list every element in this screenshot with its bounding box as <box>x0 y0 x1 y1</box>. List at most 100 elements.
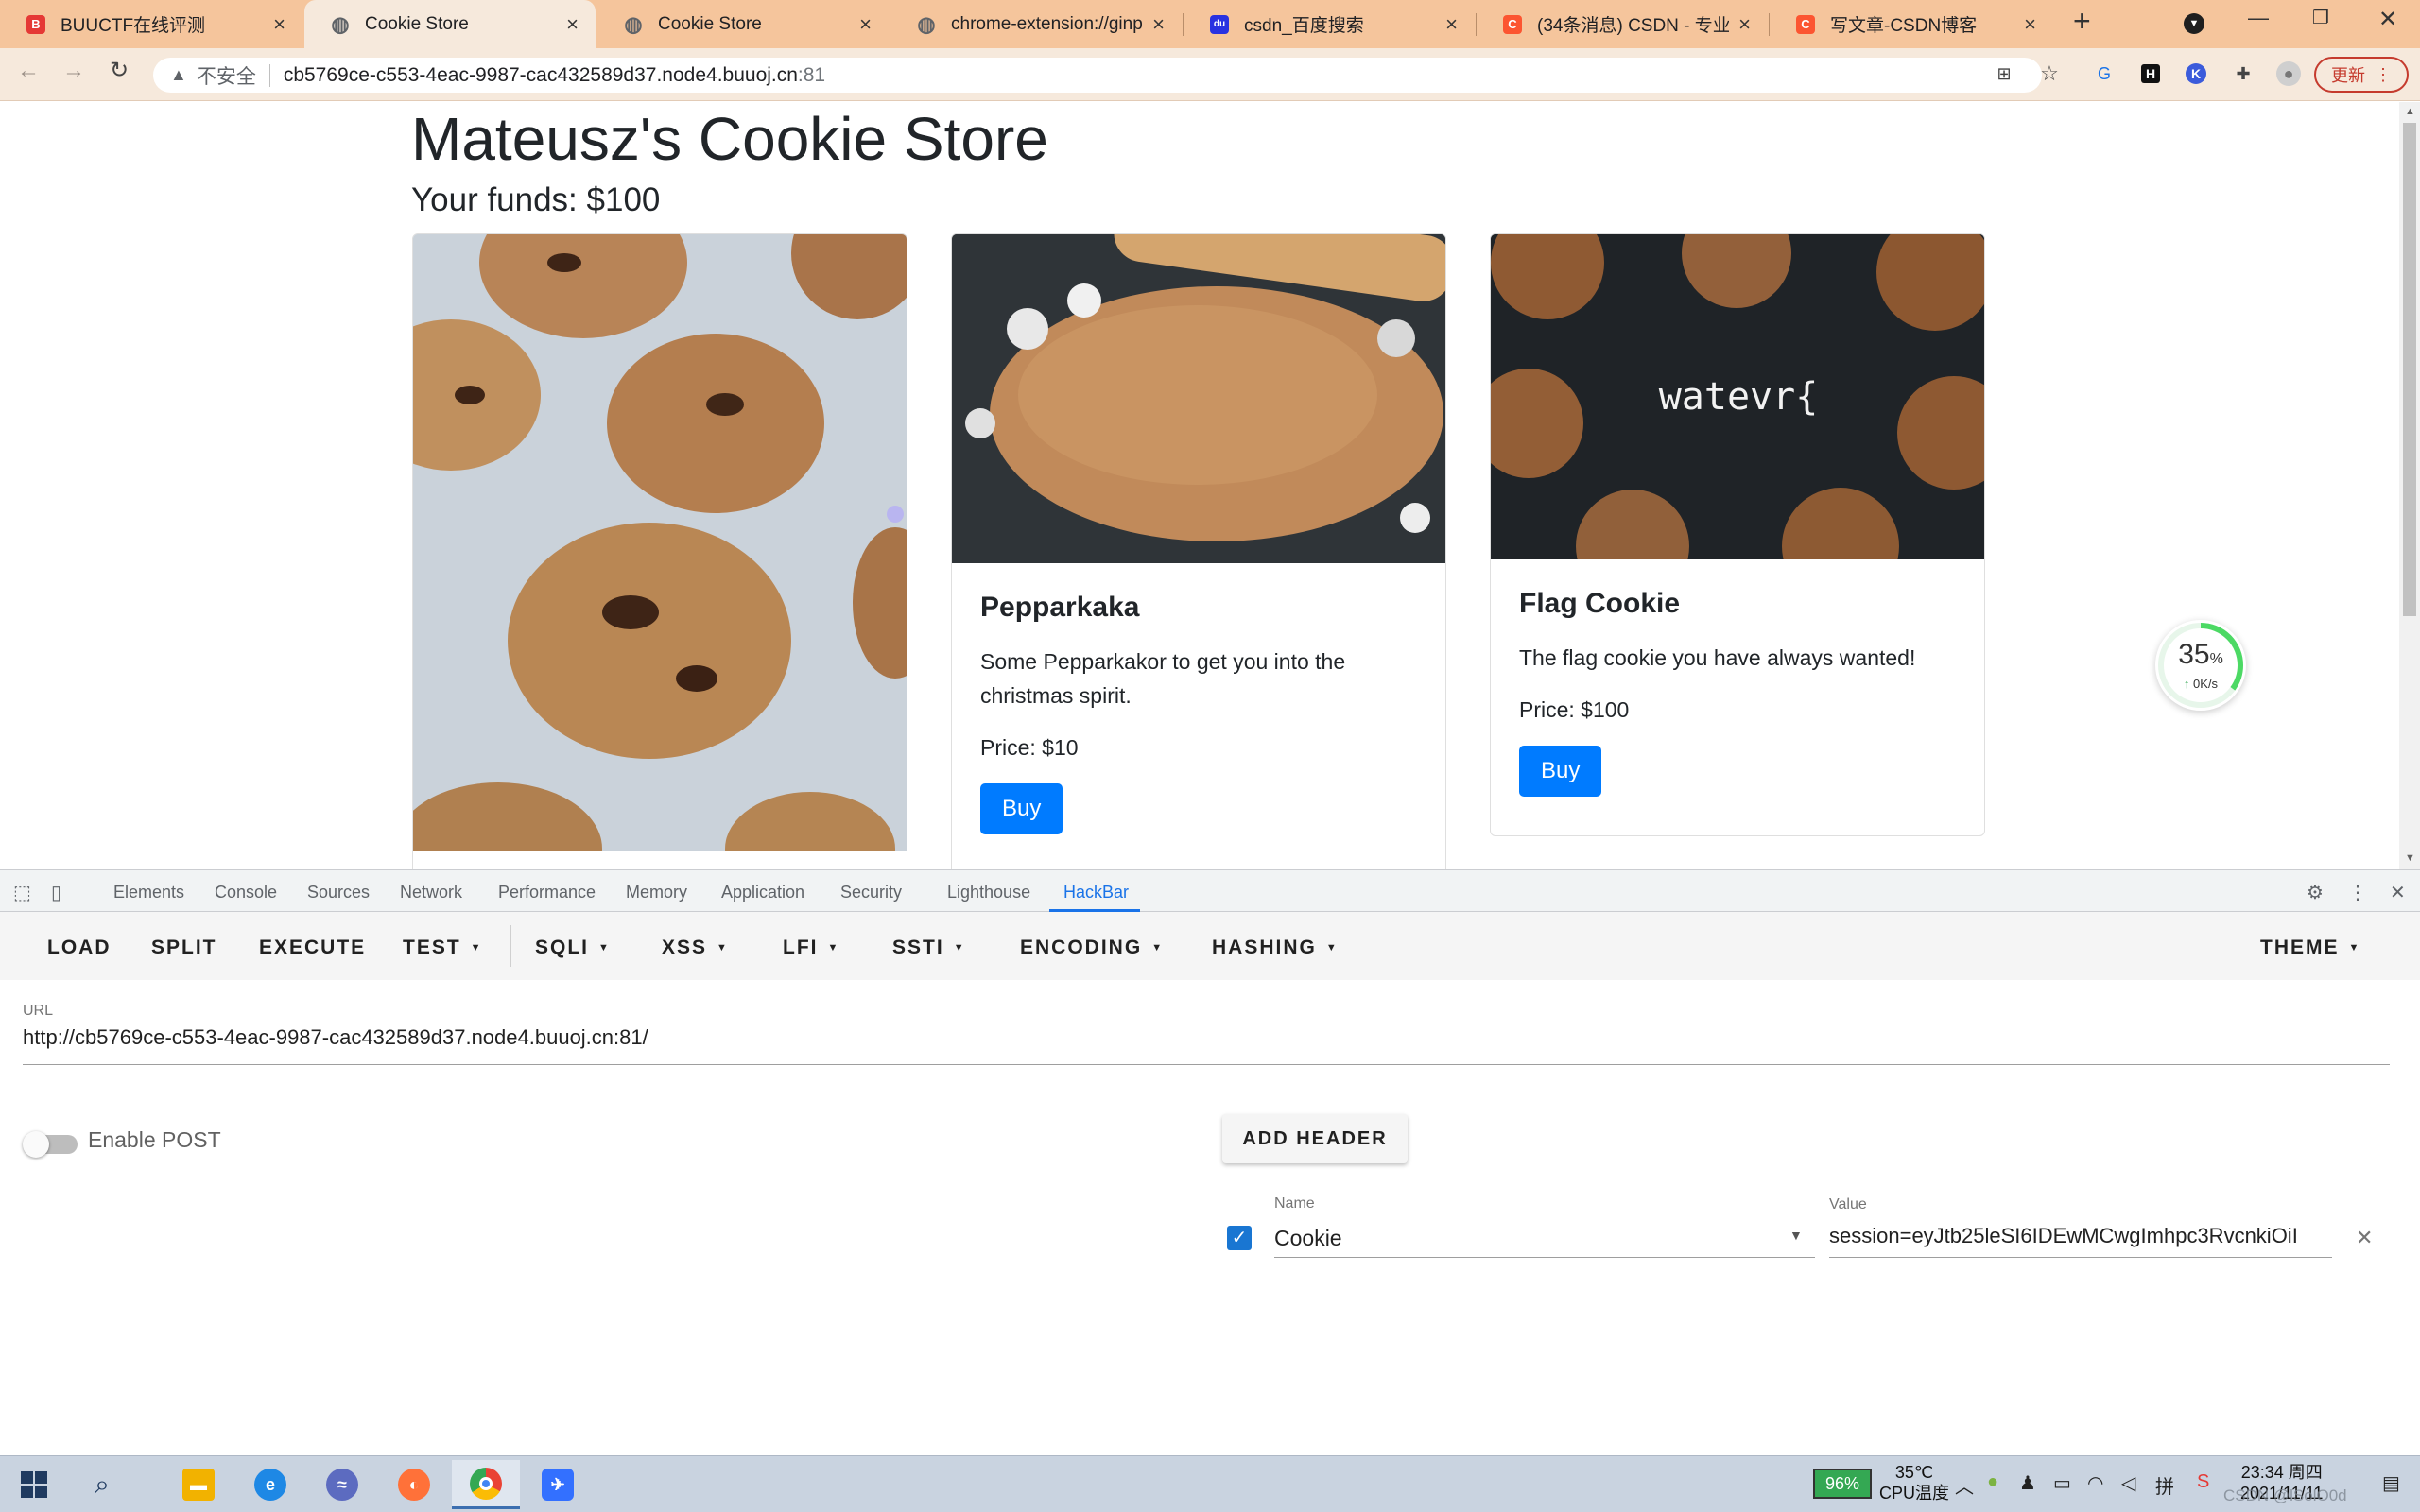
tab-sources[interactable]: Sources <box>307 883 370 902</box>
close-devtools-icon[interactable]: ✕ <box>2390 881 2406 904</box>
theme-dropdown[interactable]: THEME ▼ <box>2260 936 2360 959</box>
header-value-input[interactable]: session=eyJtb25leSI6IDEwMCwgImhpc3Rvcnki… <box>1829 1224 2332 1248</box>
browser-tab-csdn-write[interactable]: C 写文章-CSDN博客 × <box>1770 0 2053 48</box>
split-button[interactable]: SPLIT <box>151 936 217 959</box>
forward-icon[interactable]: → <box>62 60 85 82</box>
product-card-pepparkaka: Pepparkaka Some Pepparkakor to get you i… <box>951 233 1446 869</box>
tab-application[interactable]: Application <box>721 883 804 902</box>
tab-security[interactable]: Security <box>840 883 902 902</box>
more-vertical-icon[interactable]: ⋮ <box>2348 881 2367 904</box>
address-bar[interactable]: ▲ 不安全 cb5769ce-c553-4eac-9987-cac432589d… <box>153 58 2042 93</box>
feishu-taskbar-button[interactable]: ✈ <box>524 1460 592 1509</box>
extensions-puzzle-icon[interactable]: ✚ <box>2231 61 2256 86</box>
close-icon[interactable]: × <box>1445 13 1458 35</box>
update-button[interactable]: 更新 ⋮ <box>2314 57 2409 93</box>
header-name-label: Name <box>1274 1195 1315 1211</box>
translate-icon[interactable]: ⊞ <box>1992 61 2016 86</box>
browser-tab-cookie-store[interactable]: ◍ Cookie Store × <box>597 0 889 48</box>
tab-performance[interactable]: Performance <box>498 883 596 902</box>
browser-tab-buuctf[interactable]: B BUUCTF在线评测 × <box>0 0 302 48</box>
back-icon[interactable]: ← <box>17 60 40 82</box>
buy-flag-cookie-button[interactable]: Buy <box>1519 746 1602 797</box>
ime-icon[interactable]: 拼 <box>2155 1471 2174 1499</box>
buy-pepparkaka-button[interactable]: Buy <box>980 783 1063 834</box>
scroll-up-icon[interactable]: ▲ <box>2405 106 2415 117</box>
tab-search-icon[interactable]: ▼ <box>2184 13 2204 34</box>
clock-time: 23:34 周四 <box>2240 1463 2323 1482</box>
network-speed-widget[interactable]: 35% ↑ 0K/s <box>2155 620 2246 711</box>
battery-icon[interactable]: ▭ <box>2053 1471 2071 1495</box>
firefox-taskbar-button[interactable]: ◐ <box>380 1460 448 1509</box>
start-button[interactable] <box>0 1460 68 1509</box>
tray-app-icon[interactable]: ● <box>1987 1471 1998 1493</box>
ssti-dropdown[interactable]: SSTI ▼ <box>892 936 966 959</box>
notification-icon[interactable]: ▤ <box>2382 1471 2400 1495</box>
execute-button[interactable]: EXECUTE <box>259 936 366 959</box>
close-icon[interactable]: × <box>566 13 579 35</box>
browser-tab-csdn-messages[interactable]: C (34条消息) CSDN - 专业开 × <box>1477 0 1768 48</box>
tab-hackbar[interactable]: HackBar <box>1063 883 1129 902</box>
tab-lighthouse[interactable]: Lighthouse <box>947 883 1030 902</box>
inspect-element-icon[interactable]: ⬚ <box>13 881 31 904</box>
header-enabled-checkbox[interactable]: ✓ <box>1227 1226 1252 1250</box>
page-title: Mateusz's Cookie Store <box>411 105 1048 173</box>
close-icon[interactable]: × <box>1152 13 1165 35</box>
chrome-taskbar-button[interactable] <box>452 1460 520 1509</box>
wifi-icon[interactable]: ◠ <box>2087 1471 2103 1495</box>
xss-dropdown[interactable]: XSS ▼ <box>662 936 729 959</box>
browser-tab-extension[interactable]: ◍ chrome-extension://ginp × <box>890 0 1182 48</box>
dropdown-arrow-icon[interactable]: ▼ <box>1789 1228 1803 1243</box>
insecure-label: 不安全 <box>196 65 256 88</box>
new-tab-button[interactable]: + <box>2073 6 2091 36</box>
settings-gear-icon[interactable]: ⚙ <box>2307 881 2324 904</box>
remove-header-icon[interactable]: ✕ <box>2356 1226 2373 1250</box>
qq-icon[interactable]: ♟ <box>2019 1471 2036 1495</box>
baidu-icon: du <box>1210 14 1229 34</box>
url-input[interactable]: http://cb5769ce-c553-4eac-9987-cac432589… <box>23 1025 648 1050</box>
lfi-dropdown[interactable]: LFI ▼ <box>783 936 839 959</box>
k-extension-icon[interactable]: K <box>2186 63 2206 84</box>
close-icon[interactable]: × <box>1738 13 1751 35</box>
test-dropdown[interactable]: TEST ▼ <box>403 936 483 959</box>
encoding-dropdown[interactable]: ENCODING ▼ <box>1020 936 1164 959</box>
load-button[interactable]: LOAD <box>47 936 112 959</box>
google-translate-extension-icon[interactable]: G <box>2092 61 2117 86</box>
bookmark-star-icon[interactable]: ☆ <box>2037 61 2062 86</box>
sqli-dropdown[interactable]: SQLI ▼ <box>535 936 611 959</box>
search-icon[interactable]: ⌕ <box>68 1460 136 1509</box>
add-header-button[interactable]: ADD HEADER <box>1222 1114 1408 1163</box>
pepparkaka-illustration <box>952 234 1445 563</box>
menu-divider <box>510 925 511 967</box>
profile-avatar-icon[interactable]: ● <box>2276 61 2301 86</box>
hackbar-extension-icon[interactable]: H <box>2141 64 2160 83</box>
close-icon[interactable]: × <box>273 13 285 35</box>
browser-tab-cookie-store-active[interactable]: ◍ Cookie Store × <box>304 0 596 48</box>
close-icon[interactable]: × <box>2024 13 2036 35</box>
tab-console[interactable]: Console <box>215 883 277 902</box>
volume-icon[interactable]: ◁ <box>2121 1471 2135 1495</box>
window-close-icon[interactable]: ✕ <box>2378 6 2397 33</box>
battery-indicator[interactable]: 96% <box>1813 1469 1872 1499</box>
app-taskbar-button[interactable]: ≈ <box>308 1460 376 1509</box>
restore-icon[interactable]: ❐ <box>2312 6 2329 29</box>
scroll-down-icon[interactable]: ▼ <box>2405 852 2415 864</box>
device-toolbar-icon[interactable]: ▯ <box>51 881 61 904</box>
tab-title: BUUCTF在线评测 <box>60 16 206 36</box>
tray-expand-icon[interactable]: ︿ <box>1955 1471 1974 1499</box>
buuctf-icon: B <box>26 14 45 34</box>
close-icon[interactable]: × <box>859 13 872 35</box>
tab-elements[interactable]: Elements <box>113 883 184 902</box>
reload-icon[interactable]: ↻ <box>110 60 129 82</box>
scrollbar-thumb[interactable] <box>2403 123 2416 616</box>
ie-taskbar-button[interactable]: e <box>236 1460 304 1509</box>
minimize-icon[interactable]: — <box>2248 6 2269 30</box>
tab-memory[interactable]: Memory <box>626 883 687 902</box>
file-explorer-taskbar-button[interactable]: ▬ <box>164 1460 233 1509</box>
header-name-select[interactable]: Cookie <box>1274 1226 1342 1251</box>
page-scrollbar[interactable]: ▲ ▼ <box>2399 102 2420 869</box>
browser-tab-baidu[interactable]: du csdn_百度搜索 × <box>1184 0 1475 48</box>
sogou-s-icon[interactable]: S <box>2197 1471 2209 1493</box>
hashing-dropdown[interactable]: HASHING ▼ <box>1212 936 1339 959</box>
tab-network[interactable]: Network <box>400 883 462 902</box>
enable-post-toggle[interactable] <box>23 1131 78 1158</box>
